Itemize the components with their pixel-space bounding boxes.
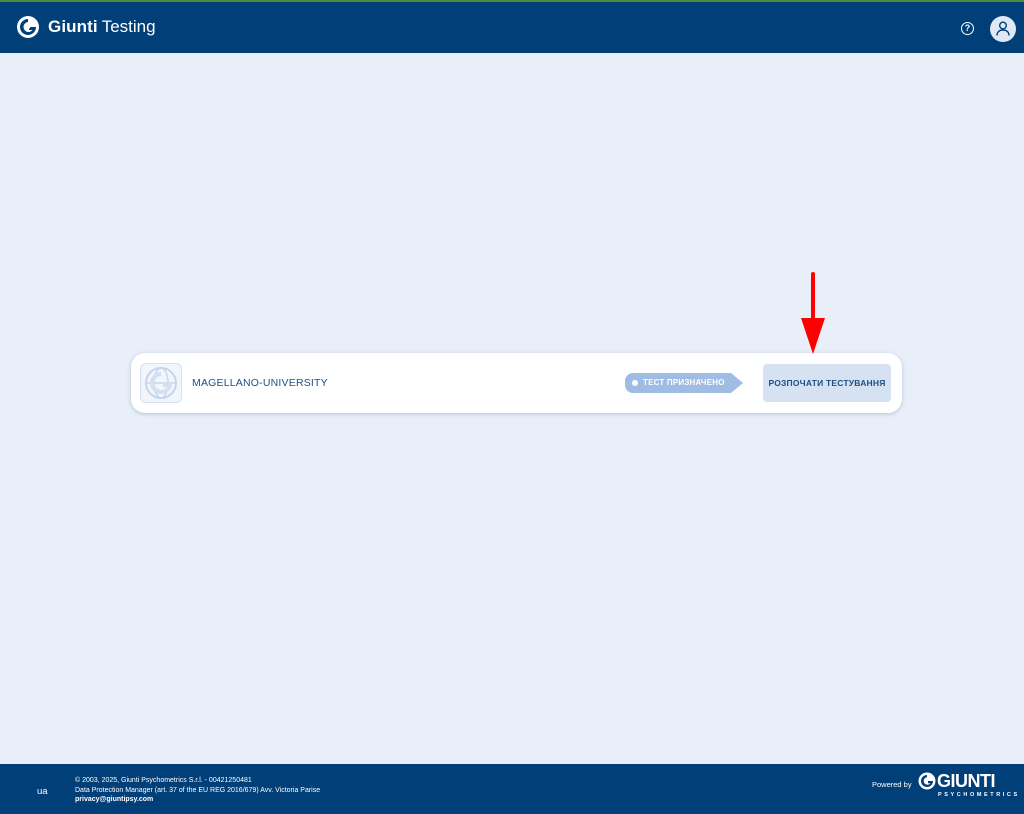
status-text: ТЕСТ ПРИЗНАЧЕНО [643, 378, 725, 387]
copyright-text: © 2003, 2025, Giunti Psychometrics S.r.l… [75, 777, 252, 784]
data-protection-text: Data Protection Manager (art. 37 of the … [75, 786, 321, 794]
help-icon[interactable]: ? [961, 22, 974, 35]
user-avatar[interactable] [990, 16, 1016, 42]
status-dot-icon [632, 380, 638, 386]
giunti-psychometrics-logo: GIUNTI PSYCHOMETRICS [918, 771, 1017, 807]
privacy-email-link[interactable]: privacy@giuntipsy.com [75, 795, 320, 805]
giunti-mark-icon [918, 772, 936, 790]
footer: ua © 2003, 2025, Giunti Psychometrics S.… [0, 764, 1024, 814]
test-card: MAGELLANO-UNIVERSITY ТЕСТ ПРИЗНАЧЕНО РОЗ… [131, 353, 902, 413]
organization-logo [140, 363, 182, 403]
psychometrics-wordmark: PSYCHOMETRICS [938, 792, 1020, 798]
status-badge: ТЕСТ ПРИЗНАЧЕНО [625, 373, 743, 393]
powered-by-text: Powered by [872, 780, 912, 789]
start-testing-button[interactable]: РОЗПОЧАТИ ТЕСТУВАННЯ [763, 364, 891, 402]
top-bar: Giunti Testing ? [0, 0, 1024, 53]
giunti-logo-icon [17, 16, 39, 38]
user-icon [996, 21, 1010, 36]
brand[interactable]: Giunti Testing [16, 15, 156, 39]
language-selector[interactable]: ua [37, 786, 48, 797]
annotation-arrow-icon [801, 272, 825, 354]
brand-name: Giunti [48, 17, 98, 36]
globe-icon [145, 367, 177, 399]
organization-name: MAGELLANO-UNIVERSITY [192, 377, 328, 389]
giunti-wordmark: GIUNTI [937, 771, 996, 791]
brand-suffix: Testing [101, 17, 156, 36]
legal-info: © 2003, 2025, Giunti Psychometrics S.r.l… [75, 776, 320, 805]
